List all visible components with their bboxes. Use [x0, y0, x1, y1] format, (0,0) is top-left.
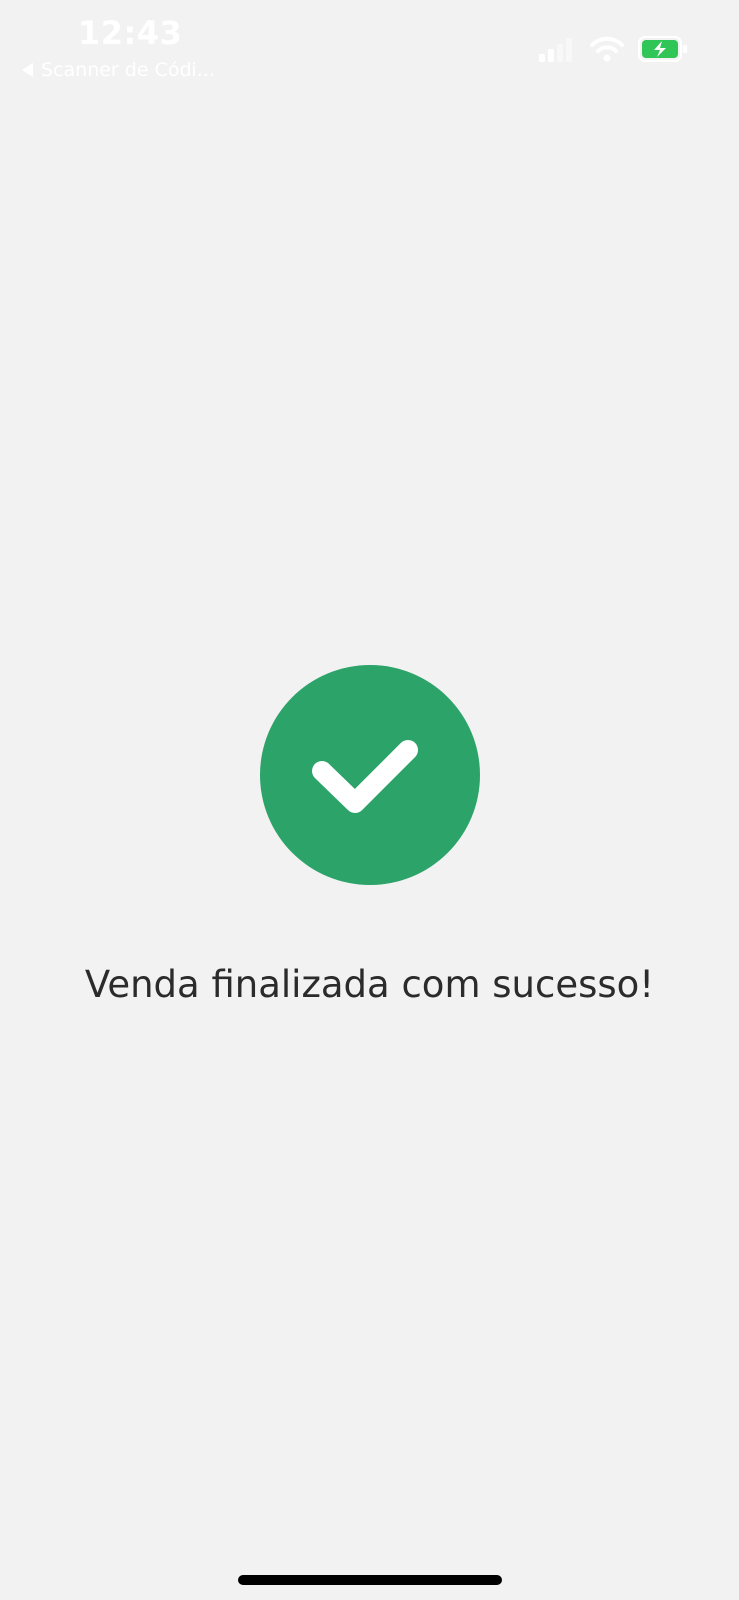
back-link-label: Scanner de Códi...: [41, 59, 215, 81]
battery-charging-icon: [638, 36, 687, 62]
success-badge: [260, 665, 480, 885]
status-time: 12:43: [78, 14, 183, 52]
back-arrow-icon: [22, 63, 33, 77]
success-message: Venda finalizada com sucesso!: [84, 963, 655, 1006]
wifi-icon: [590, 36, 624, 62]
checkmark-icon: [312, 740, 418, 813]
back-to-app-link[interactable]: Scanner de Códi...: [22, 56, 215, 84]
signal-icon: [539, 38, 572, 62]
status-bar: 12:43 Scanner de Códi...: [0, 0, 739, 90]
home-indicator[interactable]: [238, 1575, 502, 1585]
